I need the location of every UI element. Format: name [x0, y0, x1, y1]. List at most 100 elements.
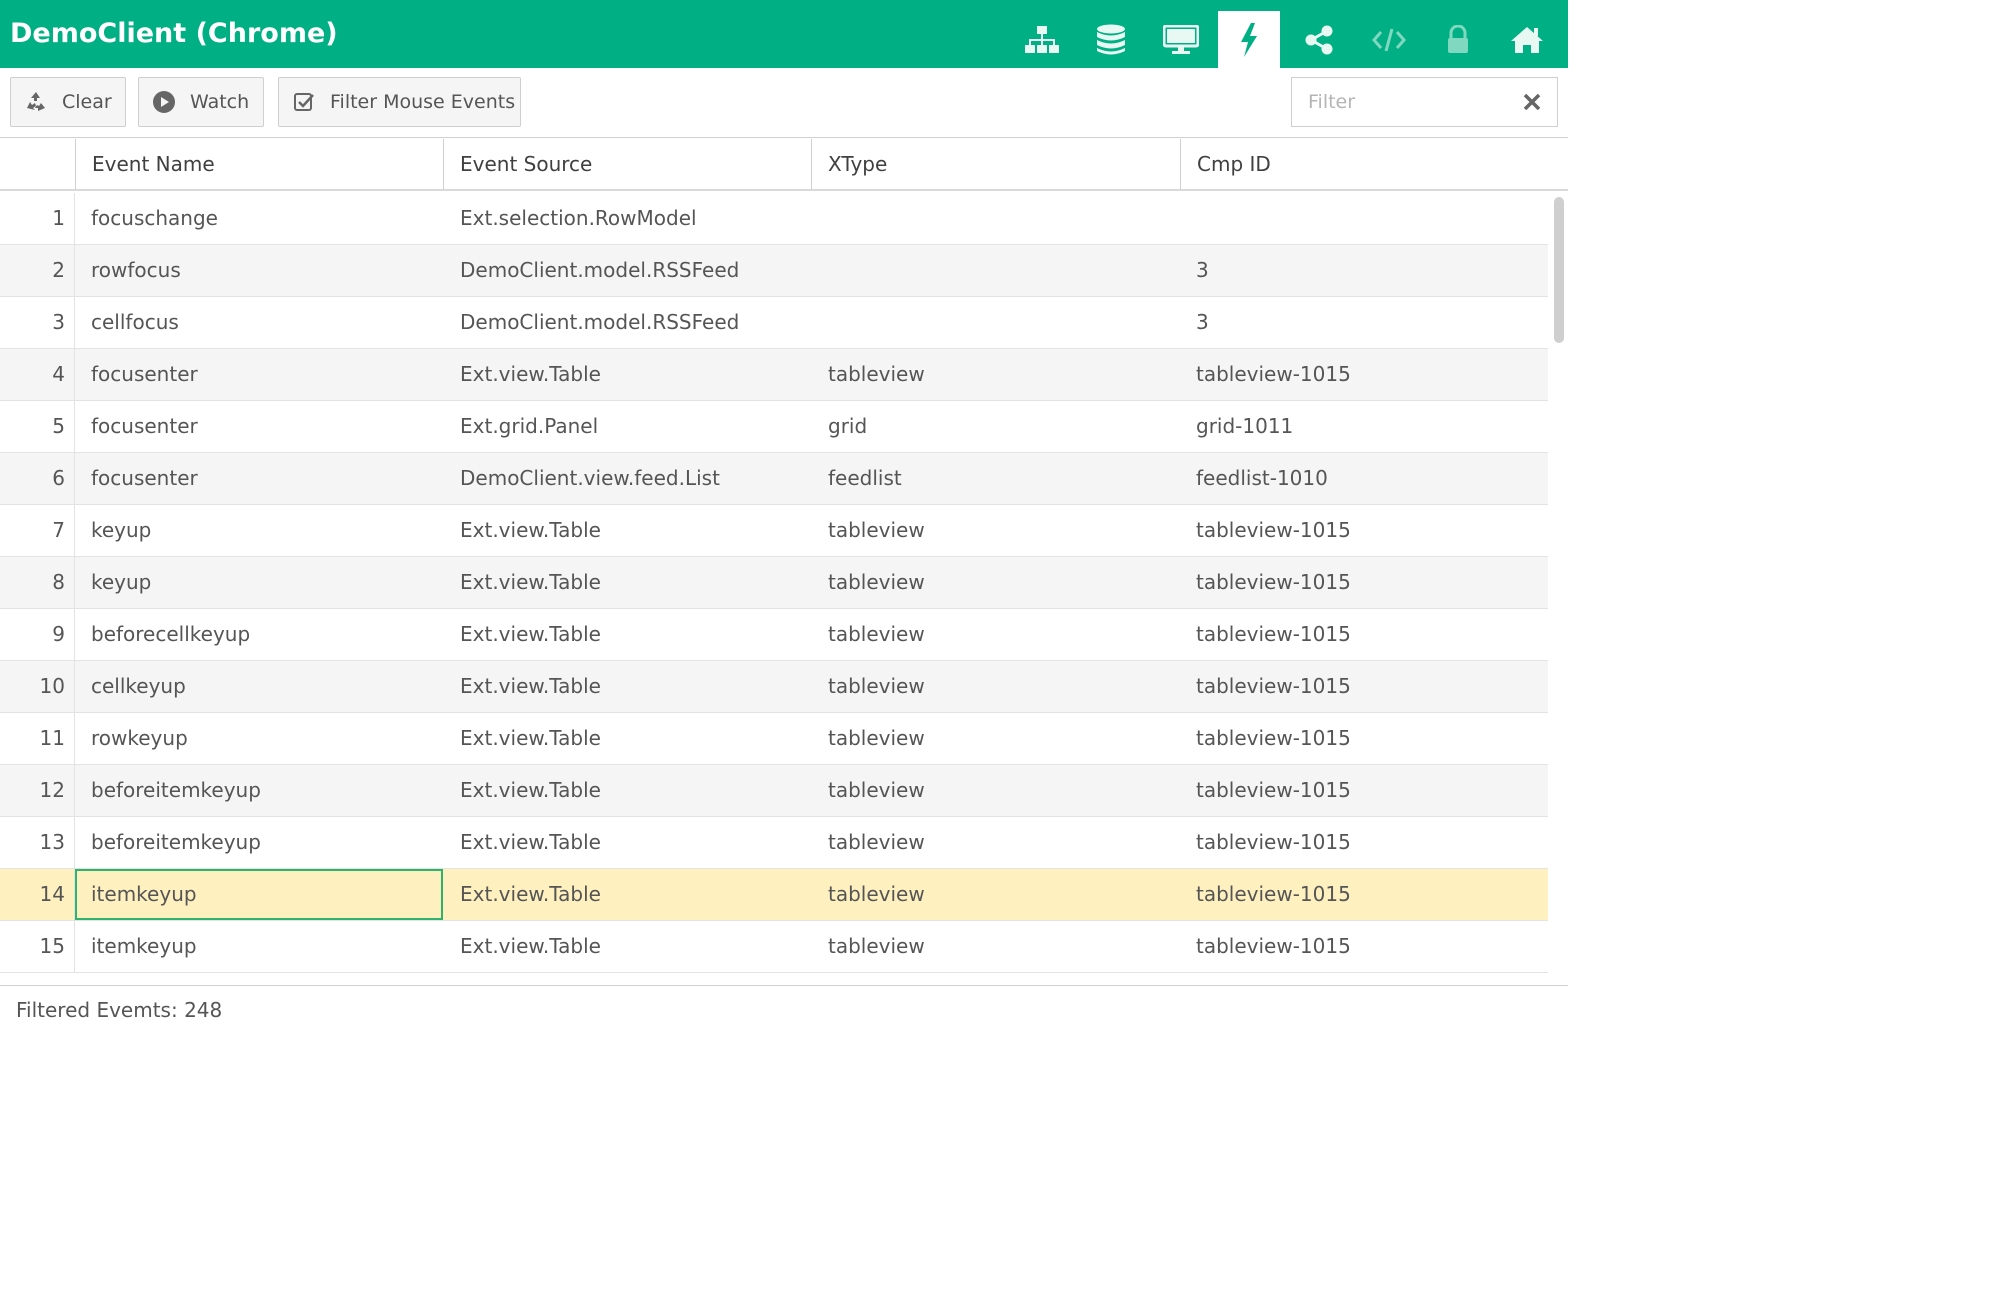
database-icon[interactable] — [1080, 11, 1142, 68]
event-name-cell[interactable]: beforeitemkeyup — [75, 765, 443, 816]
table-row[interactable]: 11 rowkeyup Ext.view.Table tableview tab… — [0, 713, 1548, 765]
lock-icon[interactable] — [1427, 11, 1489, 68]
table-row[interactable]: 15 itemkeyup Ext.view.Table tableview ta… — [0, 921, 1548, 973]
scrollbar-thumb[interactable] — [1554, 197, 1564, 343]
xtype-cell[interactable]: feedlist — [811, 453, 1180, 504]
column-header-event-source[interactable]: Event Source — [443, 139, 811, 189]
event-name-cell[interactable]: rowfocus — [75, 245, 443, 296]
event-source-cell[interactable]: Ext.view.Table — [443, 557, 811, 608]
cmp-id-cell[interactable]: tableview-1015 — [1180, 349, 1548, 400]
monitor-icon[interactable] — [1150, 11, 1212, 68]
lightning-icon[interactable] — [1218, 11, 1280, 68]
table-row[interactable]: 6 focusenter DemoClient.view.feed.List f… — [0, 453, 1548, 505]
event-name-cell[interactable]: rowkeyup — [75, 713, 443, 764]
toolbar: Clear Watch Filter Mouse Events — [0, 68, 1568, 138]
event-name-cell[interactable]: focusenter — [75, 453, 443, 504]
event-name-cell[interactable]: itemkeyup — [75, 921, 443, 972]
table-row[interactable]: 5 focusenter Ext.grid.Panel grid grid-10… — [0, 401, 1548, 453]
xtype-cell[interactable]: tableview — [811, 349, 1180, 400]
table-row[interactable]: 13 beforeitemkeyup Ext.view.Table tablev… — [0, 817, 1548, 869]
event-source-cell[interactable]: Ext.view.Table — [443, 869, 811, 920]
xtype-cell[interactable]: tableview — [811, 661, 1180, 712]
row-number: 7 — [0, 505, 75, 556]
cmp-id-cell[interactable] — [1180, 193, 1548, 244]
table-row[interactable]: 8 keyup Ext.view.Table tableview tablevi… — [0, 557, 1548, 609]
cmp-id-cell[interactable]: 3 — [1180, 245, 1548, 296]
clear-label: Clear — [62, 91, 112, 113]
filter-input[interactable] — [1292, 78, 1523, 126]
home-icon[interactable] — [1496, 11, 1558, 68]
event-source-cell[interactable]: Ext.view.Table — [443, 713, 811, 764]
cmp-id-cell[interactable]: 3 — [1180, 297, 1548, 348]
watch-button[interactable]: Watch — [138, 77, 264, 127]
event-name-cell[interactable]: beforeitemkeyup — [75, 817, 443, 868]
xtype-cell[interactable]: tableview — [811, 609, 1180, 660]
event-name-cell[interactable]: focusenter — [75, 401, 443, 452]
event-source-cell[interactable]: DemoClient.model.RSSFeed — [443, 245, 811, 296]
event-name-cell[interactable]: cellfocus — [75, 297, 443, 348]
event-name-cell[interactable]: focusenter — [75, 349, 443, 400]
clear-button[interactable]: Clear — [10, 77, 126, 127]
event-name-cell[interactable]: cellkeyup — [75, 661, 443, 712]
event-source-cell[interactable]: Ext.view.Table — [443, 609, 811, 660]
column-header-cmp-id[interactable]: Cmp ID — [1180, 139, 1568, 189]
component-tree-icon[interactable] — [1011, 11, 1073, 68]
cmp-id-cell[interactable]: tableview-1015 — [1180, 557, 1548, 608]
xtype-cell[interactable] — [811, 297, 1180, 348]
filter-mouse-events-button[interactable]: Filter Mouse Events — [278, 77, 521, 127]
cmp-id-cell[interactable]: tableview-1015 — [1180, 817, 1548, 868]
table-row[interactable]: 1 focuschange Ext.selection.RowModel — [0, 193, 1548, 245]
event-source-cell[interactable]: DemoClient.view.feed.List — [443, 453, 811, 504]
column-header-event-name[interactable]: Event Name — [75, 139, 443, 189]
event-source-cell[interactable]: Ext.view.Table — [443, 921, 811, 972]
xtype-cell[interactable]: tableview — [811, 713, 1180, 764]
table-row[interactable]: 10 cellkeyup Ext.view.Table tableview ta… — [0, 661, 1548, 713]
cmp-id-cell[interactable]: grid-1011 — [1180, 401, 1548, 452]
xtype-cell[interactable] — [811, 193, 1180, 244]
watch-label: Watch — [190, 91, 250, 113]
event-name-cell-focused[interactable]: itemkeyup — [75, 869, 443, 920]
xtype-cell[interactable]: tableview — [811, 505, 1180, 556]
table-row[interactable]: 7 keyup Ext.view.Table tableview tablevi… — [0, 505, 1548, 557]
table-row[interactable]: 12 beforeitemkeyup Ext.view.Table tablev… — [0, 765, 1548, 817]
event-source-cell[interactable]: Ext.view.Table — [443, 505, 811, 556]
xtype-cell[interactable]: tableview — [811, 557, 1180, 608]
filter-field — [1291, 77, 1558, 127]
row-number: 8 — [0, 557, 75, 608]
cmp-id-cell[interactable]: tableview-1015 — [1180, 505, 1548, 556]
event-name-cell[interactable]: keyup — [75, 557, 443, 608]
table-row[interactable]: 2 rowfocus DemoClient.model.RSSFeed 3 — [0, 245, 1548, 297]
xtype-cell[interactable] — [811, 245, 1180, 296]
event-source-cell[interactable]: Ext.view.Table — [443, 661, 811, 712]
close-icon[interactable] — [1523, 93, 1541, 111]
event-source-cell[interactable]: Ext.grid.Panel — [443, 401, 811, 452]
app-header: DemoClient (Chrome) — [0, 0, 1568, 68]
table-row[interactable]: 3 cellfocus DemoClient.model.RSSFeed 3 — [0, 297, 1548, 349]
xtype-cell[interactable]: tableview — [811, 817, 1180, 868]
event-name-cell[interactable]: beforecellkeyup — [75, 609, 443, 660]
xtype-cell[interactable]: grid — [811, 401, 1180, 452]
event-source-cell[interactable]: Ext.selection.RowModel — [443, 193, 811, 244]
table-row[interactable]: 4 focusenter Ext.view.Table tableview ta… — [0, 349, 1548, 401]
event-name-cell[interactable]: focuschange — [75, 193, 443, 244]
cmp-id-cell[interactable]: tableview-1015 — [1180, 661, 1548, 712]
cmp-id-cell[interactable]: tableview-1015 — [1180, 921, 1548, 972]
event-source-cell[interactable]: DemoClient.model.RSSFeed — [443, 297, 811, 348]
cmp-id-cell[interactable]: tableview-1015 — [1180, 609, 1548, 660]
xtype-cell[interactable]: tableview — [811, 869, 1180, 920]
event-name-cell[interactable]: keyup — [75, 505, 443, 556]
event-source-cell[interactable]: Ext.view.Table — [443, 765, 811, 816]
table-row-selected[interactable]: 14 itemkeyup Ext.view.Table tableview ta… — [0, 869, 1548, 921]
column-header-xtype[interactable]: XType — [811, 139, 1180, 189]
share-icon[interactable] — [1288, 11, 1350, 68]
cmp-id-cell[interactable]: tableview-1015 — [1180, 869, 1548, 920]
event-source-cell[interactable]: Ext.view.Table — [443, 349, 811, 400]
cmp-id-cell[interactable]: tableview-1015 — [1180, 713, 1548, 764]
xtype-cell[interactable]: tableview — [811, 921, 1180, 972]
table-row[interactable]: 9 beforecellkeyup Ext.view.Table tablevi… — [0, 609, 1548, 661]
code-icon[interactable] — [1358, 11, 1420, 68]
event-source-cell[interactable]: Ext.view.Table — [443, 817, 811, 868]
xtype-cell[interactable]: tableview — [811, 765, 1180, 816]
cmp-id-cell[interactable]: tableview-1015 — [1180, 765, 1548, 816]
cmp-id-cell[interactable]: feedlist-1010 — [1180, 453, 1548, 504]
